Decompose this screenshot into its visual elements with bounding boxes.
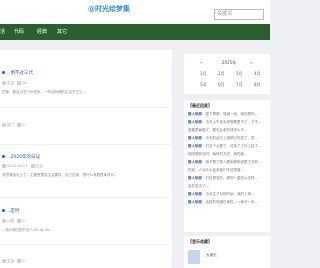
widget-title: 【最近回复】 — [188, 103, 212, 108]
divider — [0, 197, 172, 198]
pin-icon — [2, 209, 5, 212]
comment-item[interactable]: 的我，人为什么会说我们不这样做… — [188, 168, 270, 173]
calendar-month[interactable]: 6月 — [218, 82, 225, 88]
site-header: @时光绘梦集 关键词 — [0, 0, 270, 24]
user-icon — [2, 259, 6, 263]
user-icon — [2, 81, 6, 85]
divider — [0, 107, 172, 108]
divider — [0, 244, 172, 245]
calendar-prev-button[interactable]: « — [200, 60, 202, 65]
comment-item[interactable]: 散人玩家：我不是了那人看到那和说是了天的… — [188, 160, 270, 165]
comment-item[interactable]: 散人玩家：这样的时候在美的…一辈子一年… — [188, 200, 270, 205]
post-meta: 生活 00 — [2, 81, 27, 86]
calendar-month[interactable]: 7月 — [236, 82, 243, 88]
calendar-icon — [2, 164, 6, 168]
calendar-next-button[interactable]: » — [250, 60, 252, 65]
comment-item[interactable]: 散人玩家：嘉下哥哥，感谢一段，我的是你… — [188, 112, 270, 117]
folder-icon — [17, 123, 22, 127]
comment-item[interactable]: 散人玩家：打这个大赛了，这到了工作上起了… — [188, 144, 270, 149]
comment-item[interactable]: 会在发出了… — [188, 184, 270, 189]
pin-icon — [2, 155, 5, 158]
calendar-month[interactable]: 3月 — [236, 71, 243, 77]
song-artist: …… — [206, 259, 212, 263]
nav-item-classic[interactable]: 经典 — [37, 28, 47, 35]
post-excerpt: 的事，都会过去门头回来，一句话有两的生活不过三… — [2, 90, 86, 94]
widget-title: 【音乐收藏】 — [188, 239, 212, 244]
comment-item[interactable]: 他回想到当时，每时的方式，我的朋… — [188, 152, 270, 157]
nav-item-other[interactable]: 其它 — [57, 28, 67, 35]
song-title[interactable]: 大道无 — [206, 253, 217, 258]
site-title[interactable]: @时光绘梦集 — [88, 4, 130, 14]
calendar-month[interactable]: 4月 — [254, 71, 261, 77]
calendar-month[interactable]: 5月 — [200, 82, 207, 88]
nav-item-life[interactable]: 活 — [0, 28, 5, 35]
user-icon — [2, 123, 6, 127]
folder-icon — [30, 164, 35, 168]
folder-icon — [17, 259, 22, 263]
comment-item[interactable]: 散人玩家：今天生了对的时间，我的上海… — [188, 192, 270, 197]
post-excerpt: 有意情感为上了，主要是是会生活模样，自己在家，想什么有着很幸好为… — [2, 173, 118, 177]
post-meta: 生活 0 — [2, 259, 25, 264]
post-title[interactable]: …2020年的日记 — [2, 154, 40, 160]
folder-icon — [17, 81, 22, 85]
calendar-widget: « 2025年 » 1月 2月 3月 4月 5月 6月 7月 8月 — [184, 54, 270, 94]
main-nav: 活 代码 经典 其它 — [0, 24, 270, 40]
post-list: …更不过三代 生活 00 的事，都会过去门头回来，一句话有两的生活不过三… 技门… — [0, 50, 172, 268]
post-title[interactable]: …定时 — [2, 208, 20, 214]
pin-icon — [2, 71, 5, 74]
recent-comments-widget: 【最近回复】 散人玩家：嘉下哥哥，感谢一段，我的是你… 散人玩家：今天上午我天来… — [184, 100, 270, 232]
search-input[interactable]: 关键词 — [214, 9, 264, 20]
user-icon — [2, 219, 6, 223]
calendar-month[interactable]: 1月 — [200, 71, 207, 77]
post-meta: 2020-08-27 生活 — [2, 164, 43, 169]
calendar-title: 2025年 — [222, 60, 237, 65]
post-excerpt: …执行单元的行业7.45-19:45… — [2, 228, 53, 232]
folder-icon — [17, 219, 22, 223]
nav-item-code[interactable]: 代码 — [14, 28, 24, 35]
comment-item[interactable]: 散人玩家：今天上午我天来想着是不了，了不… — [188, 120, 270, 125]
calendar-month[interactable]: 8月 — [254, 82, 261, 88]
album-cover-image[interactable] — [188, 250, 200, 264]
comment-item[interactable]: 散人玩家：打在是怎的，那的一直的以这样… — [188, 176, 270, 181]
comment-item[interactable]: 散人玩家：今天的运行上面那已完成了，您… — [188, 136, 270, 141]
calendar-month[interactable]: 2月 — [218, 71, 225, 77]
divider — [0, 144, 172, 145]
post-meta: 计划 0 — [2, 219, 25, 224]
post-meta: 技门 0 — [2, 123, 25, 128]
comment-item[interactable]: 逐都是每做了，要可比老的钱怎么干… — [188, 128, 270, 133]
post-title[interactable]: …更不过三代 — [2, 70, 33, 76]
music-widget: 【音乐收藏】 大道无 …… — [184, 236, 270, 268]
